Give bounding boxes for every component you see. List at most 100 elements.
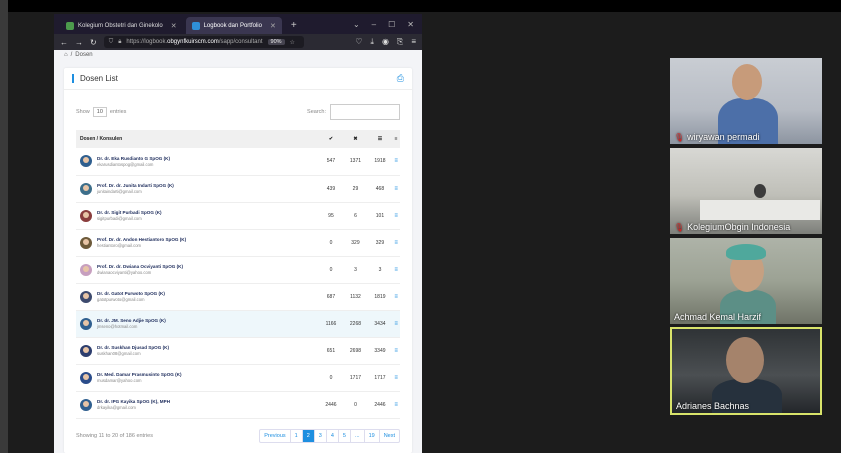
participant-tile[interactable]: 🎙︎ wiryawan permadi xyxy=(670,58,822,144)
list-icon[interactable]: ≡ xyxy=(394,348,398,354)
tab-bar: Kolegium Obstetri dan Ginekolo ✕ Logbook… xyxy=(54,14,422,34)
page-button[interactable]: 19 xyxy=(363,429,379,442)
column-header-dosen[interactable]: Dosen / Konsulen xyxy=(76,130,319,148)
dosen-cell: Prof. Dr. dr. Junita Indarti SpOG (K) jun… xyxy=(76,175,319,203)
table-row[interactable]: Prof. Dr. dr. Dwiana Ocviyanti SpOG (K) d… xyxy=(76,256,400,284)
extensions-icon[interactable]: ⎘ xyxy=(397,37,403,47)
list-icon[interactable]: ≡ xyxy=(394,186,398,192)
zoom-badge[interactable]: 90% xyxy=(267,39,285,45)
list-icon[interactable]: ≡ xyxy=(394,240,398,246)
rejected-count: 0 xyxy=(343,391,368,419)
total-count: 3434 xyxy=(367,310,393,338)
table-wrapper: Dosen / Konsulen ✔ ✖ ☰ ≡ Dr. dr. Eka Rus… xyxy=(64,126,412,419)
person: Dr. dr. Suskhan Djusad SpOG (K) suskhan08… xyxy=(80,344,319,357)
rejected-count: 329 xyxy=(343,229,368,257)
star-icon[interactable]: ☆ xyxy=(290,39,295,46)
participant-tile[interactable]: Achmad Kemal Harzif xyxy=(670,238,822,324)
avatar xyxy=(80,209,92,222)
minimize-icon[interactable]: – xyxy=(372,20,376,29)
list-icon[interactable]: ≡ xyxy=(394,402,398,408)
avatar xyxy=(80,236,92,249)
pocket-icon[interactable]: ♡ xyxy=(355,37,362,47)
dosen-email: gatotpurwoto@gmail.com xyxy=(97,297,145,302)
column-header-action[interactable]: ≡ xyxy=(392,130,400,148)
total-count: 1717 xyxy=(367,364,393,392)
column-header-cross[interactable]: ✖ xyxy=(343,130,368,148)
tab-kolegium[interactable]: Kolegium Obstetri dan Ginekolo ✕ xyxy=(60,17,183,34)
download-icon[interactable]: ⤓ xyxy=(370,37,374,47)
table-row[interactable]: Prof. Dr. dr. Junita Indarti SpOG (K) jun… xyxy=(76,175,400,203)
account-icon[interactable]: ◉ xyxy=(382,37,389,47)
mic-off-icon: 🎙︎ xyxy=(674,222,685,232)
list-icon[interactable]: ≡ xyxy=(394,375,398,381)
page-button[interactable]: 3 xyxy=(313,429,326,442)
approved-count: 439 xyxy=(318,175,344,203)
table-row[interactable]: Dr. dr. Suskhan Djusad SpOG (K) suskhan08… xyxy=(76,337,400,365)
approved-count: 651 xyxy=(318,337,344,365)
person: Dr. dr. Sigit Purbadi SpOG (K) sigitpurba… xyxy=(80,209,319,222)
reload-icon[interactable]: ↻ xyxy=(90,38,97,47)
person-info: Prof. Dr. dr. Andon Hestiantoro SpOG (K)… xyxy=(97,237,186,248)
table-row[interactable]: Dr. dr. Sigit Purbadi SpOG (K) sigitpurba… xyxy=(76,202,400,230)
list-icon[interactable]: ≡ xyxy=(394,321,398,327)
participant-label: 🎙︎ KolegiumObgin Indonesia xyxy=(674,222,791,232)
column-header-check[interactable]: ✔ xyxy=(319,130,344,148)
avatar xyxy=(80,263,92,276)
list-icon[interactable]: ≡ xyxy=(394,267,398,273)
close-icon[interactable]: ✕ xyxy=(171,22,177,30)
participant-tile[interactable]: 🎙︎ KolegiumObgin Indonesia xyxy=(670,148,822,234)
page-button[interactable]: Previous xyxy=(260,430,289,442)
table-row[interactable]: Dr. dr. JM. Seno Adjie SpOG (K) jmseno@ho… xyxy=(76,310,400,338)
dosen-cell: Dr. dr. Suskhan Djusad SpOG (K) suskhan08… xyxy=(76,337,319,365)
close-icon[interactable]: ✕ xyxy=(270,22,276,30)
tab-logbook[interactable]: Logbook dan Portfolio ✕ xyxy=(185,17,282,34)
page-button[interactable]: 5 xyxy=(337,429,350,442)
page-button[interactable]: 1 xyxy=(289,429,302,442)
favicon-icon xyxy=(191,21,200,30)
list-icon[interactable]: ≡ xyxy=(394,213,398,219)
total-count: 3349 xyxy=(367,337,393,365)
page-button[interactable]: 2 xyxy=(301,429,314,442)
person-info: Dr. Med. Damar Prasmusinto SpOG (K) musda… xyxy=(97,372,182,383)
forward-arrow-icon[interactable]: → xyxy=(75,38,83,47)
table-header-row: Dosen / Konsulen ✔ ✖ ☰ ≡ xyxy=(76,130,400,148)
list-icon[interactable]: ≡ xyxy=(394,294,398,300)
approved-count: 0 xyxy=(318,229,344,257)
active-speaker-tile[interactable]: Adrianes Bachnas xyxy=(670,327,822,415)
dosen-cell: Dr. dr. Eka Rusdianto G SpOG (K) ekarusdi… xyxy=(76,148,319,176)
dosen-cell: Dr. Med. Damar Prasmusinto SpOG (K) musda… xyxy=(76,364,319,392)
avatar xyxy=(80,344,92,357)
table-row[interactable]: Dr. Med. Damar Prasmusinto SpOG (K) musda… xyxy=(76,364,400,392)
menu-icon[interactable]: ≡ xyxy=(411,37,416,47)
page-button[interactable]: Next xyxy=(378,429,399,442)
chevron-down-icon[interactable]: ⌄ xyxy=(353,20,360,29)
search-input[interactable] xyxy=(330,104,400,120)
approved-count: 95 xyxy=(318,202,344,230)
rejected-count: 3 xyxy=(343,256,368,284)
person-info: Dr. dr. Gatot Purwoto SpOG (K) gatotpurwo… xyxy=(97,291,165,302)
page-button[interactable]: ... xyxy=(349,429,364,442)
participant-face xyxy=(754,184,766,198)
pagination: Previous 1 2 3 4 5... 19 Next xyxy=(259,428,400,443)
printer-icon[interactable]: ⎙ xyxy=(397,73,404,84)
home-icon[interactable]: ⌂ xyxy=(64,52,68,58)
person-info: Dr. dr. Suskhan Djusad SpOG (K) suskhan08… xyxy=(97,345,169,356)
back-arrow-icon[interactable]: ← xyxy=(60,38,68,47)
dosen-email: sigitpurbadi@gmail.com xyxy=(97,216,142,221)
table-row[interactable]: Prof. Dr. dr. Andon Hestiantoro SpOG (K)… xyxy=(76,229,400,257)
close-icon[interactable]: ✕ xyxy=(407,20,414,29)
table-row[interactable]: Dr. dr. Gatot Purwoto SpOG (K) gatotpurwo… xyxy=(76,283,400,311)
list-icon[interactable]: ≡ xyxy=(394,158,398,164)
page-button[interactable]: 4 xyxy=(325,429,338,442)
total-count: 2446 xyxy=(367,391,393,419)
table-row[interactable]: Dr. dr. Eka Rusdianto G SpOG (K) ekarusdi… xyxy=(76,148,400,176)
table-row[interactable]: Dr. dr. IPG Kayika SpOG (K), MPH drkayika… xyxy=(76,391,400,419)
new-tab-button[interactable]: + xyxy=(285,20,303,34)
participant-label: Adrianes Bachnas xyxy=(676,401,750,411)
shield-icon: ⛉ xyxy=(108,38,114,45)
dosen-cell: Prof. Dr. dr. Dwiana Ocviyanti SpOG (K) d… xyxy=(76,256,319,284)
address-input[interactable]: ⛉ 🔒︎ https://logbook.obgynfkuirscm.com/s… xyxy=(103,36,304,48)
column-header-total[interactable]: ☰ xyxy=(368,130,393,148)
entries-select[interactable]: 10 xyxy=(92,107,107,117)
maximize-icon[interactable]: ☐ xyxy=(388,20,395,29)
